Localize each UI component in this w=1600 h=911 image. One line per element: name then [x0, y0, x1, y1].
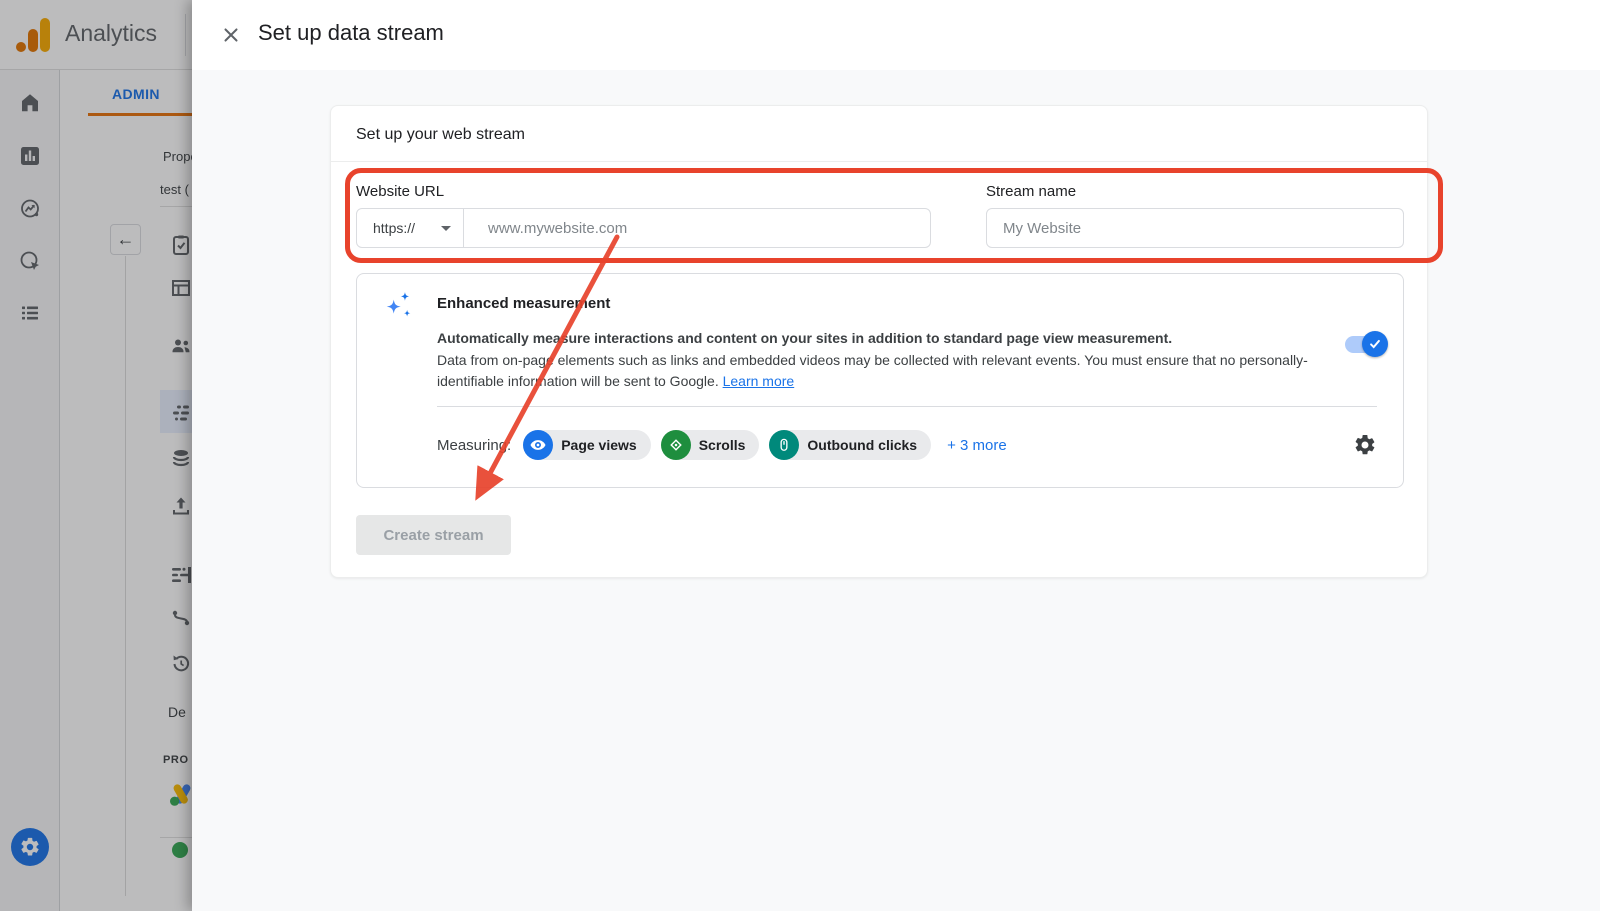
sparkle-icon: [386, 292, 411, 317]
enhanced-measurement-box: Enhanced measurement Automatically measu…: [356, 273, 1404, 488]
modal-scrim: [0, 0, 192, 911]
create-stream-button[interactable]: Create stream: [356, 515, 511, 555]
chip-page-views: Page views: [523, 430, 651, 460]
eye-icon: [523, 430, 554, 460]
screen: Analytics ADMIN Prope test ( ← De PRO: [0, 0, 1600, 911]
chip-label: Scrolls: [698, 437, 746, 453]
protocol-value: https://: [373, 220, 416, 236]
divider: [437, 406, 1377, 407]
panel-title: Set up data stream: [258, 20, 444, 45]
check-icon: [1370, 339, 1380, 349]
gear-icon[interactable]: [1353, 433, 1377, 457]
website-url-input[interactable]: [464, 209, 930, 247]
chip-label: Outbound clicks: [807, 437, 918, 453]
measuring-label: Measuring:: [437, 436, 512, 454]
mouse-icon: [769, 430, 800, 460]
chip-label: Page views: [561, 437, 637, 453]
description-rest: Data from on-page elements such as links…: [437, 351, 1308, 390]
protocol-dropdown[interactable]: https://: [357, 209, 464, 247]
measuring-row: Measuring: Page views Scrolls Outbound c…: [437, 430, 1377, 460]
website-url-group: https://: [356, 208, 931, 248]
web-stream-card: Set up your web stream Website URL https…: [330, 105, 1428, 578]
enhanced-measurement-description: Automatically measure interactions and c…: [437, 328, 1325, 393]
divider: [331, 161, 1427, 162]
close-icon[interactable]: [220, 24, 242, 46]
enhanced-measurement-toggle[interactable]: [1345, 331, 1388, 357]
panel-header: Set up data stream: [192, 0, 1600, 70]
description-bold: Automatically measure interactions and c…: [437, 330, 1173, 346]
chip-outbound-clicks: Outbound clicks: [769, 430, 932, 460]
scroll-icon: [660, 430, 691, 460]
stream-name-input[interactable]: [986, 208, 1404, 248]
setup-data-stream-panel: Set up data stream Set up your web strea…: [192, 0, 1600, 911]
enhanced-measurement-title: Enhanced measurement: [437, 295, 611, 312]
website-url-label: Website URL: [356, 183, 445, 200]
learn-more-link[interactable]: Learn more: [723, 373, 795, 389]
card-heading: Set up your web stream: [356, 126, 525, 143]
stream-name-label: Stream name: [986, 183, 1077, 200]
panel-body: Set up your web stream Website URL https…: [192, 70, 1600, 911]
chevron-down-icon: [441, 226, 451, 231]
chip-scrolls: Scrolls: [660, 430, 760, 460]
toggle-thumb: [1362, 331, 1388, 357]
more-measurements-link[interactable]: + 3 more: [947, 437, 1007, 454]
